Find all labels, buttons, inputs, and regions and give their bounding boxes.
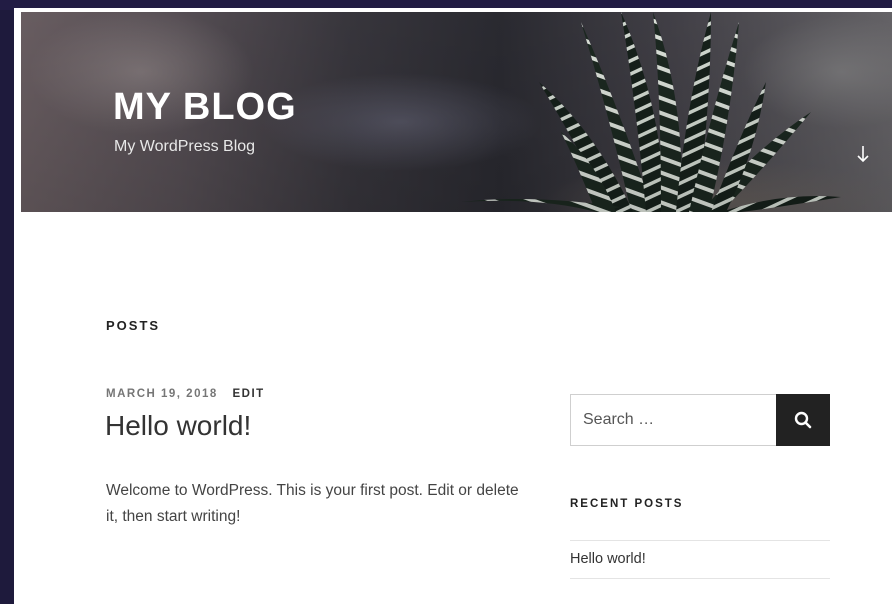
- list-item: Hello world!: [570, 541, 830, 579]
- posts-heading: POSTS: [106, 318, 161, 333]
- search-input[interactable]: [570, 394, 776, 446]
- recent-post-link[interactable]: Hello world!: [570, 551, 646, 567]
- search-form: [570, 394, 830, 446]
- site-title[interactable]: MY BLOG: [113, 86, 297, 129]
- post-meta: MARCH 19, 2018 EDIT: [106, 388, 265, 400]
- post-date[interactable]: MARCH 19, 2018: [106, 388, 218, 400]
- recent-posts-heading: RECENT POSTS: [570, 498, 684, 510]
- search-button[interactable]: [776, 394, 830, 446]
- site-description: My WordPress Blog: [114, 138, 256, 155]
- site-header: MY BLOG My WordPress Blog: [21, 12, 892, 212]
- post-excerpt: Welcome to WordPress. This is your first…: [106, 482, 519, 525]
- arrow-down-icon: [857, 146, 869, 163]
- recent-posts-list: Hello world!: [570, 540, 830, 579]
- search-icon: [794, 411, 812, 429]
- scroll-down-button[interactable]: [849, 140, 877, 168]
- blog-page: MY BLOG My WordPress Blog POSTS MARCH 19…: [14, 8, 892, 604]
- post-title[interactable]: Hello world!: [105, 410, 251, 442]
- edit-post-link[interactable]: EDIT: [232, 388, 264, 400]
